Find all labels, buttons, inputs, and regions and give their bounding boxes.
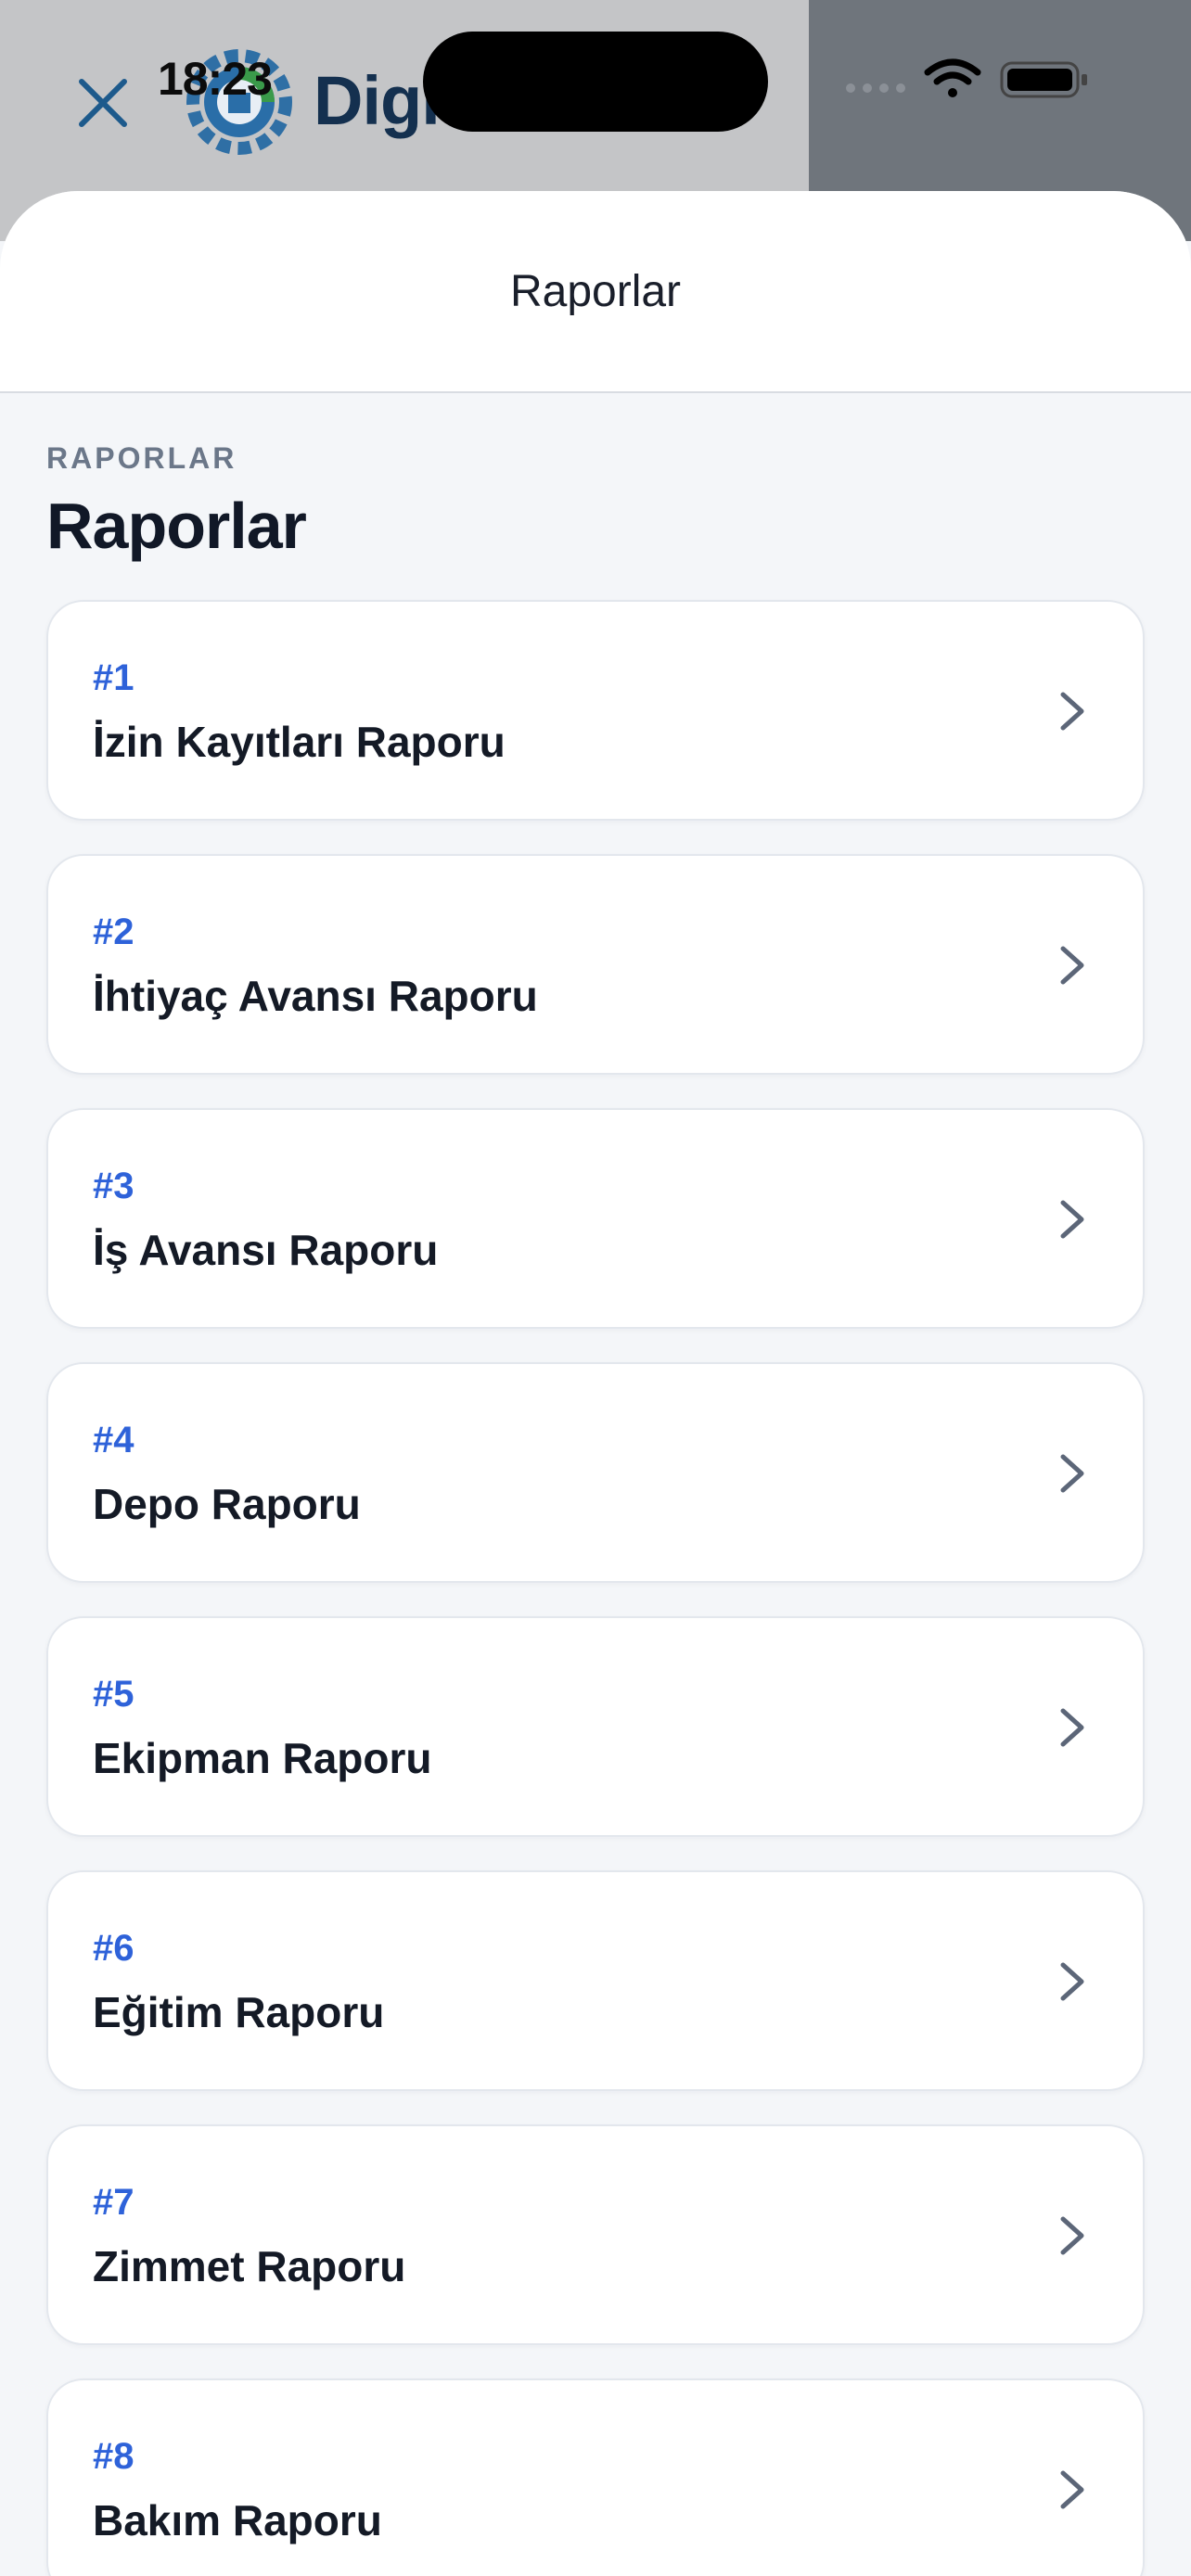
- report-number: #2: [93, 912, 134, 952]
- chevron-right-icon: [1060, 2470, 1084, 2509]
- report-card-2[interactable]: #2 İhtiyaç Avansı Raporu: [46, 854, 1145, 1075]
- report-number: #1: [93, 657, 134, 698]
- sheet-title: Raporlar: [509, 266, 682, 316]
- reports-sheet: Raporlar RAPORLAR Raporlar #1 İzin Kayıt…: [0, 191, 1191, 2576]
- chevron-right-icon: [1060, 1454, 1084, 1493]
- report-name: Bakım Raporu: [93, 2496, 382, 2544]
- report-name: Zimmet Raporu: [93, 2242, 406, 2290]
- report-list: #1 İzin Kayıtları Raporu #2 İhtiyaç Avan…: [46, 600, 1145, 2576]
- report-card-3[interactable]: #3 İş Avansı Raporu: [46, 1108, 1145, 1329]
- report-name: İhtiyaç Avansı Raporu: [93, 972, 538, 1020]
- wifi-icon: [924, 58, 981, 97]
- report-number: #4: [93, 1420, 134, 1460]
- chevron-right-icon: [1060, 1200, 1084, 1239]
- cellular-signal-icon: [846, 83, 905, 93]
- chevron-right-icon: [1060, 692, 1084, 731]
- dynamic-island: [423, 32, 768, 132]
- chevron-right-icon: [1060, 1708, 1084, 1747]
- brand-text: Digi: [314, 62, 441, 139]
- close-icon[interactable]: [74, 74, 132, 132]
- report-number: #8: [93, 2436, 134, 2477]
- chevron-right-icon: [1060, 1962, 1084, 2001]
- report-name: Ekipman Raporu: [93, 1734, 432, 1782]
- report-number: #5: [93, 1674, 134, 1715]
- section-eyebrow: RAPORLAR: [46, 441, 237, 475]
- report-card-8[interactable]: #8 Bakım Raporu: [46, 2378, 1145, 2576]
- report-number: #3: [93, 1166, 134, 1206]
- report-number: #6: [93, 1928, 134, 1969]
- report-card-7[interactable]: #7 Zimmet Raporu: [46, 2124, 1145, 2345]
- report-card-6[interactable]: #6 Eğitim Raporu: [46, 1870, 1145, 2091]
- report-card-5[interactable]: #5 Ekipman Raporu: [46, 1616, 1145, 1837]
- chevron-right-icon: [1060, 946, 1084, 985]
- report-card-4[interactable]: #4 Depo Raporu: [46, 1362, 1145, 1583]
- report-name: Eğitim Raporu: [93, 1988, 385, 2036]
- sheet-header: Raporlar: [0, 191, 1191, 393]
- report-name: İş Avansı Raporu: [93, 1226, 439, 1274]
- battery-icon: [1000, 61, 1087, 98]
- report-name: Depo Raporu: [93, 1480, 361, 1528]
- chevron-right-icon: [1060, 2216, 1084, 2255]
- report-number: #7: [93, 2182, 134, 2223]
- report-card-1[interactable]: #1 İzin Kayıtları Raporu: [46, 600, 1145, 821]
- status-time: 18:23: [158, 53, 273, 105]
- sheet-content: RAPORLAR Raporlar #1 İzin Kayıtları Rapo…: [0, 441, 1191, 2576]
- page-title: Raporlar: [46, 490, 307, 562]
- report-name: İzin Kayıtları Raporu: [93, 718, 506, 766]
